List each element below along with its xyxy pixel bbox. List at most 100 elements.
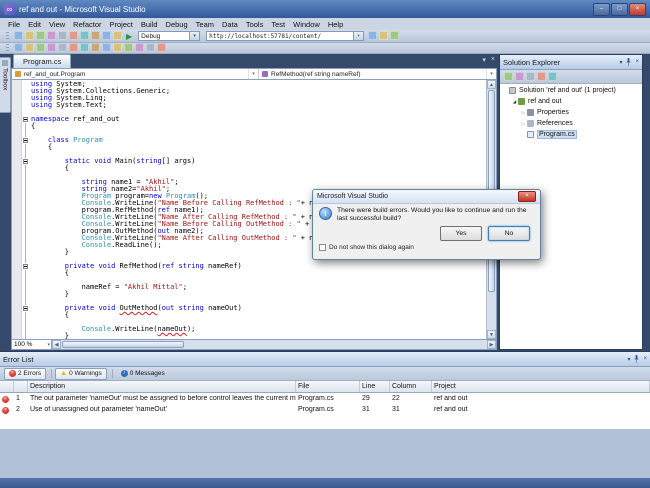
comment-selection-icon[interactable] <box>58 43 67 52</box>
browse-url-combo[interactable]: http://localhost:57781/content/ ▾ <box>206 31 364 41</box>
chevron-down-icon[interactable]: ▾ <box>47 342 51 348</box>
code-line[interactable]: static void Main(string[] args) <box>22 158 486 165</box>
start-page-icon[interactable] <box>25 43 34 52</box>
horizontal-scrollbar[interactable]: ◀ ▶ <box>52 340 496 349</box>
code-line[interactable]: { <box>22 144 486 151</box>
menu-team[interactable]: Team <box>192 20 218 29</box>
view-code-icon[interactable] <box>537 72 546 81</box>
show-all-files-icon[interactable] <box>515 72 524 81</box>
code-line[interactable]: nameRef = "Akhil Mittal"; <box>22 284 486 291</box>
collapse-box-icon[interactable] <box>22 305 31 312</box>
view-designer-icon[interactable] <box>548 72 557 81</box>
scroll-left-icon[interactable]: ◀ <box>52 340 61 349</box>
column-header-column[interactable]: Column <box>390 381 432 392</box>
code-line[interactable]: private void RefMethod(ref string nameRe… <box>22 263 486 270</box>
menu-build[interactable]: Build <box>137 20 162 29</box>
error-list-titlebar[interactable]: Error List ▾ × <box>0 352 650 367</box>
menu-data[interactable]: Data <box>218 20 242 29</box>
increase-indent-icon[interactable] <box>91 43 100 52</box>
solution-configurations-icon[interactable] <box>14 43 23 52</box>
solution-explorer-titlebar[interactable]: Solution Explorer ▾ × <box>500 55 642 70</box>
format-document-icon[interactable] <box>146 43 155 52</box>
toolbar-grip[interactable] <box>6 44 9 52</box>
members-dropdown[interactable]: RefMethod(ref string nameRef) ▾ <box>259 69 496 79</box>
collapse-box-icon[interactable] <box>22 116 31 123</box>
no-button[interactable]: No <box>488 226 530 241</box>
toolbox-tab[interactable]: Toolbox <box>0 57 11 113</box>
display-in-browser-icon[interactable] <box>157 43 166 52</box>
error-row[interactable]: ×2Use of unassigned out parameter 'nameO… <box>0 404 650 415</box>
code-line[interactable]: { <box>22 270 486 277</box>
close-button[interactable]: × <box>629 3 646 16</box>
code-line[interactable]: Console.WriteLine(nameOut); <box>22 326 486 333</box>
scrollbar-thumb[interactable] <box>62 341 184 348</box>
chevron-down-icon[interactable]: ▾ <box>189 32 199 40</box>
tree-item-solution-ref-and-out-1-project[interactable]: Solution 'ref and out' (1 project) <box>500 85 642 96</box>
collapsed-arrow-icon[interactable]: ▷ <box>520 110 527 116</box>
error-row[interactable]: ×1The out parameter 'nameOut' must be as… <box>0 393 650 404</box>
minimize-button[interactable]: – <box>593 3 610 16</box>
decrease-indent-icon[interactable] <box>80 43 89 52</box>
chevron-down-icon[interactable]: ▾ <box>486 69 496 79</box>
tree-item-ref-and-out[interactable]: ◢ref and out <box>500 96 642 107</box>
code-line[interactable]: using System.Text; <box>22 102 486 109</box>
menu-tools[interactable]: Tools <box>242 20 268 29</box>
code-line[interactable]: { <box>22 123 486 130</box>
yes-button[interactable]: Yes <box>440 226 482 241</box>
close-panel-icon[interactable]: × <box>635 59 639 65</box>
code-line[interactable]: { <box>22 165 486 172</box>
column-header-description[interactable]: Description <box>28 381 296 392</box>
filter-0-warnings[interactable]: ▲0 Warnings <box>55 368 107 380</box>
menu-test[interactable]: Test <box>267 20 289 29</box>
pin-icon[interactable] <box>625 58 632 66</box>
column-header[interactable] <box>14 381 28 392</box>
window-position-icon[interactable]: ▾ <box>619 59 622 66</box>
chevron-down-icon[interactable]: ▾ <box>248 69 258 79</box>
scroll-down-icon[interactable]: ▼ <box>487 330 496 339</box>
collapse-box-icon[interactable] <box>22 137 31 144</box>
dialog-titlebar[interactable]: Microsoft Visual Studio × <box>313 190 540 204</box>
code-line[interactable]: } <box>22 291 486 298</box>
expanded-arrow-icon[interactable]: ◢ <box>511 99 518 105</box>
column-header-file[interactable]: File <box>296 381 360 392</box>
code-line[interactable]: class Program <box>22 137 486 144</box>
tab-list-dropdown[interactable]: ▾ <box>482 56 486 64</box>
column-header-project[interactable]: Project <box>432 381 650 392</box>
find-in-files-icon[interactable] <box>368 31 377 40</box>
tree-item-properties[interactable]: ▷Properties <box>500 107 642 118</box>
tree-item-program-cs[interactable]: Program.cs <box>500 129 642 140</box>
chevron-down-icon[interactable]: ▾ <box>353 32 363 40</box>
navigate-backward-icon[interactable] <box>124 43 133 52</box>
column-header[interactable] <box>0 381 14 392</box>
toolbar-grip[interactable] <box>6 32 9 40</box>
properties-window-icon[interactable] <box>390 31 399 40</box>
toggle-bookmark-icon[interactable] <box>47 43 56 52</box>
tab-program-cs[interactable]: Program.cs <box>13 54 71 68</box>
menu-window[interactable]: Window <box>289 20 324 29</box>
indicator-margin[interactable] <box>12 80 22 339</box>
tree-item-references[interactable]: ▷References <box>500 118 642 129</box>
collapse-box-icon[interactable] <box>22 263 31 270</box>
code-line[interactable]: namespace ref_and_out <box>22 116 486 123</box>
filter-0-messages[interactable]: i0 Messages <box>116 368 170 380</box>
refresh-icon[interactable] <box>526 72 535 81</box>
dont-show-again-checkbox[interactable] <box>319 244 326 251</box>
dialog-close-button[interactable]: × <box>518 191 536 202</box>
object-browser-icon[interactable] <box>36 43 45 52</box>
pin-icon[interactable] <box>633 355 640 363</box>
code-line[interactable]: { <box>22 312 486 319</box>
window-position-icon[interactable]: ▾ <box>627 356 630 363</box>
types-dropdown[interactable]: ref_and_out.Program ▾ <box>12 69 259 79</box>
menu-debug[interactable]: Debug <box>162 20 192 29</box>
scroll-up-icon[interactable]: ▲ <box>487 80 496 89</box>
collapse-box-icon[interactable] <box>22 158 31 165</box>
close-panel-icon[interactable]: × <box>643 356 647 362</box>
properties-window-icon[interactable] <box>504 72 513 81</box>
navigate-forward-icon[interactable] <box>135 43 144 52</box>
replace-icon[interactable] <box>113 43 122 52</box>
solution-explorer-icon[interactable] <box>379 31 388 40</box>
collapsed-arrow-icon[interactable]: ▷ <box>520 121 527 127</box>
maximize-button[interactable]: □ <box>611 3 628 16</box>
column-header-line[interactable]: Line <box>360 381 390 392</box>
find-icon[interactable] <box>102 43 111 52</box>
